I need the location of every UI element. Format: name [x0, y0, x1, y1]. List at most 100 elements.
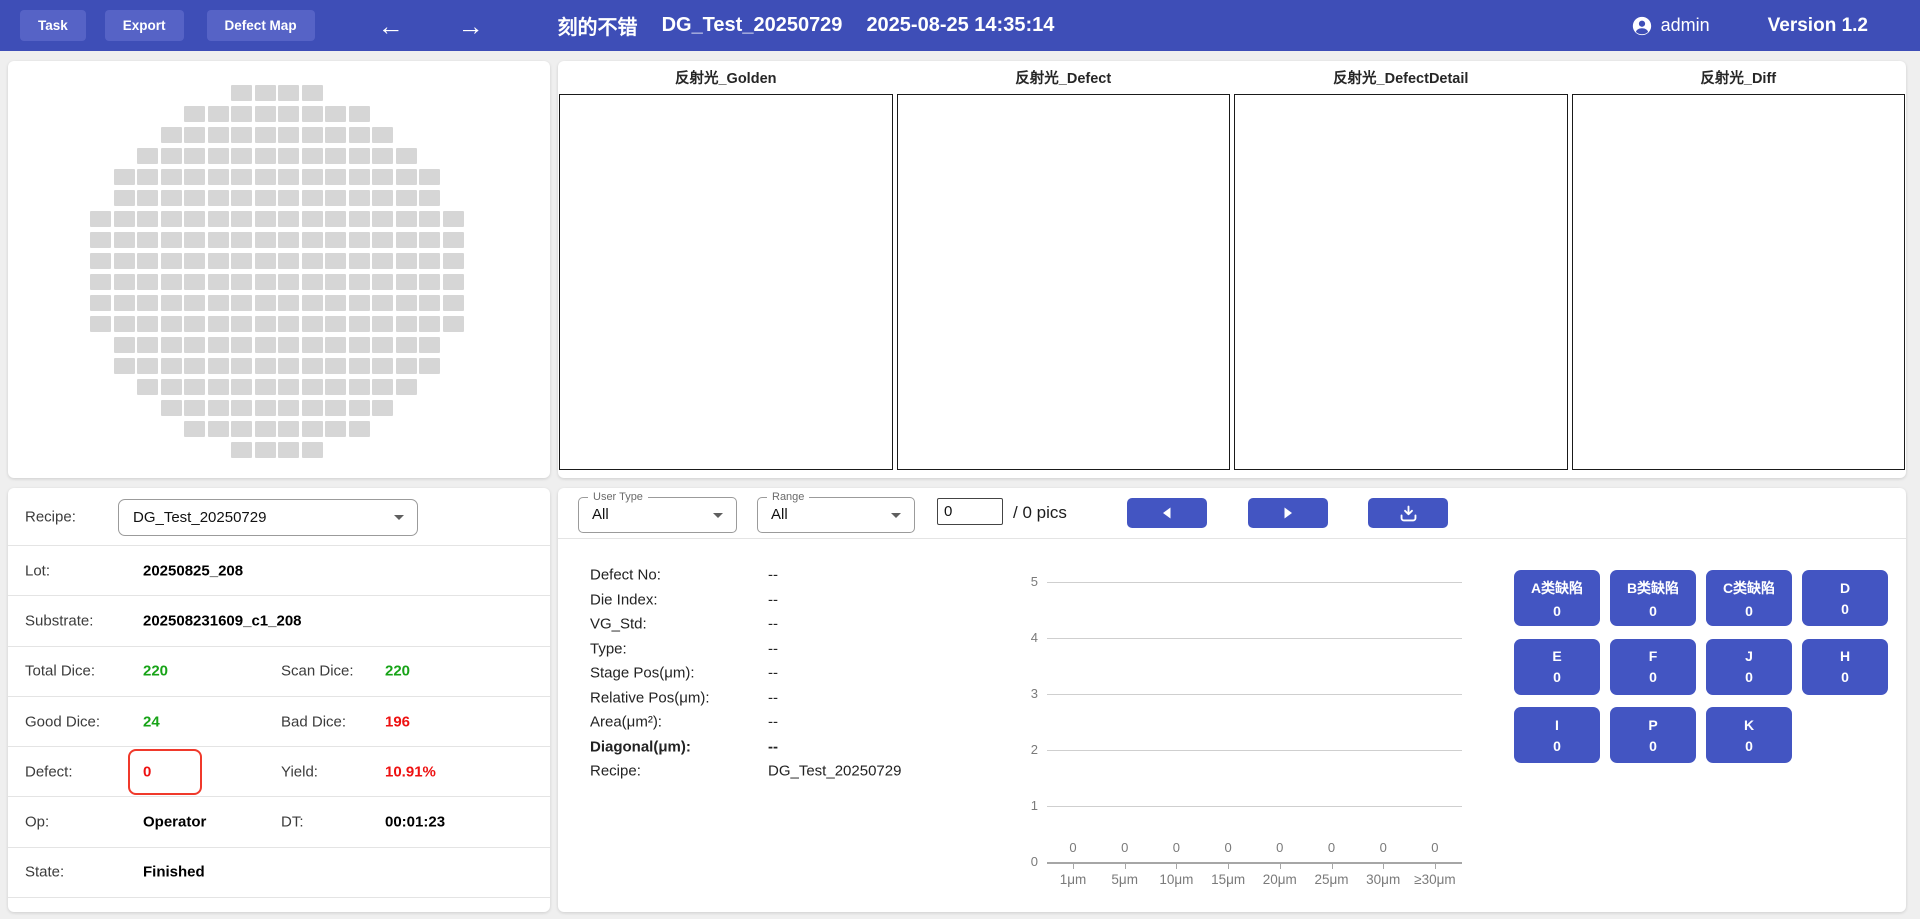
- wafer-die[interactable]: [113, 190, 135, 206]
- defect-class-button[interactable]: B类缺陷 0: [1610, 570, 1696, 626]
- wafer-die[interactable]: [160, 127, 182, 143]
- wafer-die[interactable]: [184, 295, 206, 311]
- wafer-die[interactable]: [160, 316, 182, 332]
- wafer-die[interactable]: [395, 337, 417, 353]
- wafer-die[interactable]: [160, 337, 182, 353]
- wafer-die[interactable]: [207, 190, 229, 206]
- wafer-die[interactable]: [301, 274, 323, 290]
- wafer-die[interactable]: [207, 169, 229, 185]
- wafer-die[interactable]: [254, 379, 276, 395]
- wafer-die[interactable]: [372, 169, 394, 185]
- wafer-die[interactable]: [254, 316, 276, 332]
- task-button[interactable]: Task: [20, 10, 86, 41]
- wafer-die[interactable]: [254, 106, 276, 122]
- wafer-die[interactable]: [137, 253, 159, 269]
- wafer-die[interactable]: [348, 232, 370, 248]
- defect-class-button[interactable]: K0: [1706, 707, 1792, 764]
- wafer-die[interactable]: [348, 337, 370, 353]
- wafer-die[interactable]: [254, 442, 276, 458]
- wafer-die[interactable]: [301, 253, 323, 269]
- wafer-die[interactable]: [160, 232, 182, 248]
- wafer-die[interactable]: [348, 190, 370, 206]
- wafer-die[interactable]: [278, 148, 300, 164]
- wafer-die[interactable]: [442, 211, 464, 227]
- page-number-input[interactable]: [937, 498, 1003, 525]
- wafer-die[interactable]: [278, 442, 300, 458]
- download-button[interactable]: [1368, 498, 1448, 528]
- defect-class-button[interactable]: A类缺陷 0: [1514, 570, 1600, 626]
- wafer-die[interactable]: [395, 232, 417, 248]
- wafer-die[interactable]: [207, 232, 229, 248]
- wafer-die[interactable]: [113, 211, 135, 227]
- wafer-die[interactable]: [301, 295, 323, 311]
- wafer-die[interactable]: [113, 232, 135, 248]
- wafer-die[interactable]: [325, 421, 347, 437]
- wafer-die[interactable]: [278, 421, 300, 437]
- wafer-die[interactable]: [301, 442, 323, 458]
- wafer-die[interactable]: [325, 232, 347, 248]
- wafer-die[interactable]: [207, 400, 229, 416]
- wafer-die[interactable]: [301, 337, 323, 353]
- wafer-die[interactable]: [372, 379, 394, 395]
- wafer-die[interactable]: [301, 106, 323, 122]
- wafer-die[interactable]: [325, 400, 347, 416]
- wafer-die[interactable]: [301, 190, 323, 206]
- wafer-die[interactable]: [325, 127, 347, 143]
- wafer-die[interactable]: [278, 127, 300, 143]
- wafer-die[interactable]: [348, 169, 370, 185]
- wafer-die[interactable]: [231, 169, 253, 185]
- wafer-die[interactable]: [325, 295, 347, 311]
- wafer-die[interactable]: [278, 106, 300, 122]
- wafer-die[interactable]: [325, 106, 347, 122]
- wafer-die[interactable]: [325, 274, 347, 290]
- defect-class-button[interactable]: J0: [1706, 638, 1792, 695]
- wafer-die[interactable]: [278, 400, 300, 416]
- wafer-die[interactable]: [137, 148, 159, 164]
- defect-class-button[interactable]: H0: [1802, 638, 1888, 695]
- wafer-die[interactable]: [231, 148, 253, 164]
- wafer-die[interactable]: [278, 253, 300, 269]
- wafer-die[interactable]: [348, 358, 370, 374]
- wafer-die[interactable]: [254, 337, 276, 353]
- wafer-die[interactable]: [137, 211, 159, 227]
- wafer-die[interactable]: [113, 253, 135, 269]
- previous-image-button[interactable]: [1127, 498, 1207, 528]
- wafer-die[interactable]: [372, 400, 394, 416]
- defect-class-button[interactable]: F0: [1610, 638, 1696, 695]
- wafer-die[interactable]: [113, 295, 135, 311]
- wafer-die[interactable]: [184, 169, 206, 185]
- wafer-die[interactable]: [254, 295, 276, 311]
- wafer-die[interactable]: [348, 253, 370, 269]
- wafer-die[interactable]: [301, 421, 323, 437]
- defect-class-button[interactable]: C类缺陷 0: [1706, 570, 1792, 626]
- wafer-die[interactable]: [184, 400, 206, 416]
- wafer-die[interactable]: [231, 190, 253, 206]
- wafer-die[interactable]: [113, 358, 135, 374]
- wafer-die[interactable]: [254, 190, 276, 206]
- defect-class-button[interactable]: E0: [1514, 638, 1600, 695]
- wafer-die[interactable]: [348, 400, 370, 416]
- wafer-die[interactable]: [442, 232, 464, 248]
- wafer-die[interactable]: [184, 253, 206, 269]
- wafer-die[interactable]: [442, 316, 464, 332]
- wafer-die[interactable]: [442, 253, 464, 269]
- wafer-die[interactable]: [90, 232, 112, 248]
- wafer-die[interactable]: [160, 274, 182, 290]
- wafer-die[interactable]: [301, 85, 323, 101]
- wafer-die[interactable]: [278, 169, 300, 185]
- wafer-die[interactable]: [231, 211, 253, 227]
- wafer-die[interactable]: [207, 316, 229, 332]
- wafer-die[interactable]: [207, 211, 229, 227]
- wafer-die[interactable]: [372, 274, 394, 290]
- wafer-die[interactable]: [207, 253, 229, 269]
- wafer-die[interactable]: [419, 274, 441, 290]
- wafer-die[interactable]: [278, 295, 300, 311]
- wafer-die[interactable]: [184, 190, 206, 206]
- wafer-die[interactable]: [395, 148, 417, 164]
- wafer-die[interactable]: [301, 169, 323, 185]
- wafer-die[interactable]: [207, 379, 229, 395]
- wafer-die[interactable]: [372, 295, 394, 311]
- wafer-die[interactable]: [207, 127, 229, 143]
- wafer-die[interactable]: [184, 316, 206, 332]
- wafer-die[interactable]: [395, 169, 417, 185]
